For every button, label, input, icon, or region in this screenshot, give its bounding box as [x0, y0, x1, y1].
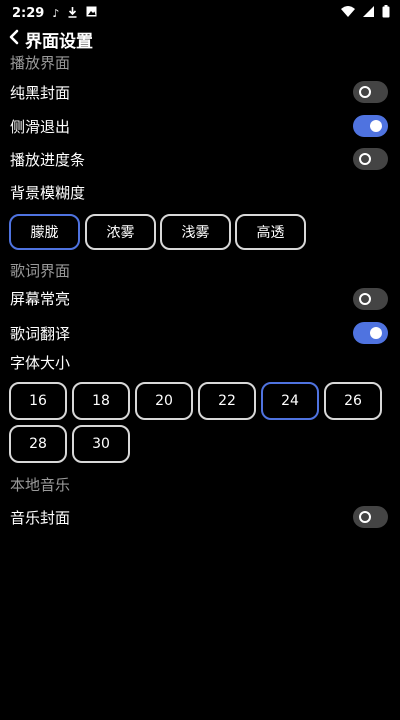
- music-cover-toggle[interactable]: [353, 506, 388, 528]
- wifi-icon: [341, 5, 355, 21]
- status-bar: 2:29 ♪: [0, 0, 400, 26]
- toggle-knob: [359, 86, 371, 98]
- progress-bar-toggle[interactable]: [353, 148, 388, 170]
- lyrics-translate-label: 歌词翻译: [10, 325, 71, 343]
- blur-option-dense-fog[interactable]: 浓雾: [85, 214, 156, 250]
- font-size-option-16[interactable]: 16: [9, 382, 67, 420]
- lyrics-translate-toggle[interactable]: [353, 322, 388, 344]
- section-local-music: 本地音乐: [10, 476, 71, 494]
- section-playback: 播放界面: [10, 54, 71, 72]
- status-icons: [341, 4, 390, 22]
- pure-black-cover-label: 纯黑封面: [10, 84, 71, 102]
- page-title: 界面设置: [25, 31, 93, 52]
- image-icon: [86, 6, 97, 20]
- font-size-option-28[interactable]: 28: [9, 425, 67, 463]
- progress-bar-label: 播放进度条: [10, 151, 86, 169]
- header: 界面设置: [0, 26, 400, 52]
- section-lyrics: 歌词界面: [10, 262, 71, 280]
- toggle-knob: [370, 120, 382, 132]
- toggle-knob: [370, 327, 382, 339]
- music-cover-label: 音乐封面: [10, 509, 71, 527]
- back-button[interactable]: [4, 28, 24, 50]
- font-size-option-30[interactable]: 30: [72, 425, 130, 463]
- music-note-icon: ♪: [52, 6, 60, 20]
- battery-icon: [382, 4, 390, 22]
- font-size-option-24[interactable]: 24: [261, 382, 319, 420]
- font-size-option-18[interactable]: 18: [72, 382, 130, 420]
- swipe-exit-toggle[interactable]: [353, 115, 388, 137]
- toggle-knob: [359, 511, 371, 523]
- screen-on-label: 屏幕常亮: [10, 290, 71, 308]
- font-size-option-22[interactable]: 22: [198, 382, 256, 420]
- swipe-exit-label: 侧滑退出: [10, 118, 71, 136]
- font-size-option-20[interactable]: 20: [135, 382, 193, 420]
- chevron-left-icon: [8, 29, 20, 49]
- status-time: 2:29: [12, 5, 45, 21]
- toggle-knob: [359, 293, 371, 305]
- signal-icon: [363, 5, 374, 21]
- blur-option-hazy[interactable]: 朦胧: [9, 214, 80, 250]
- font-size-label: 字体大小: [10, 354, 71, 372]
- pure-black-cover-toggle[interactable]: [353, 81, 388, 103]
- screen-on-toggle[interactable]: [353, 288, 388, 310]
- blur-option-transparent[interactable]: 高透: [235, 214, 306, 250]
- toggle-knob: [359, 153, 371, 165]
- font-size-option-26[interactable]: 26: [324, 382, 382, 420]
- download-icon: [67, 6, 78, 21]
- blur-label: 背景模糊度: [10, 184, 86, 202]
- blur-option-light-fog[interactable]: 浅雾: [160, 214, 231, 250]
